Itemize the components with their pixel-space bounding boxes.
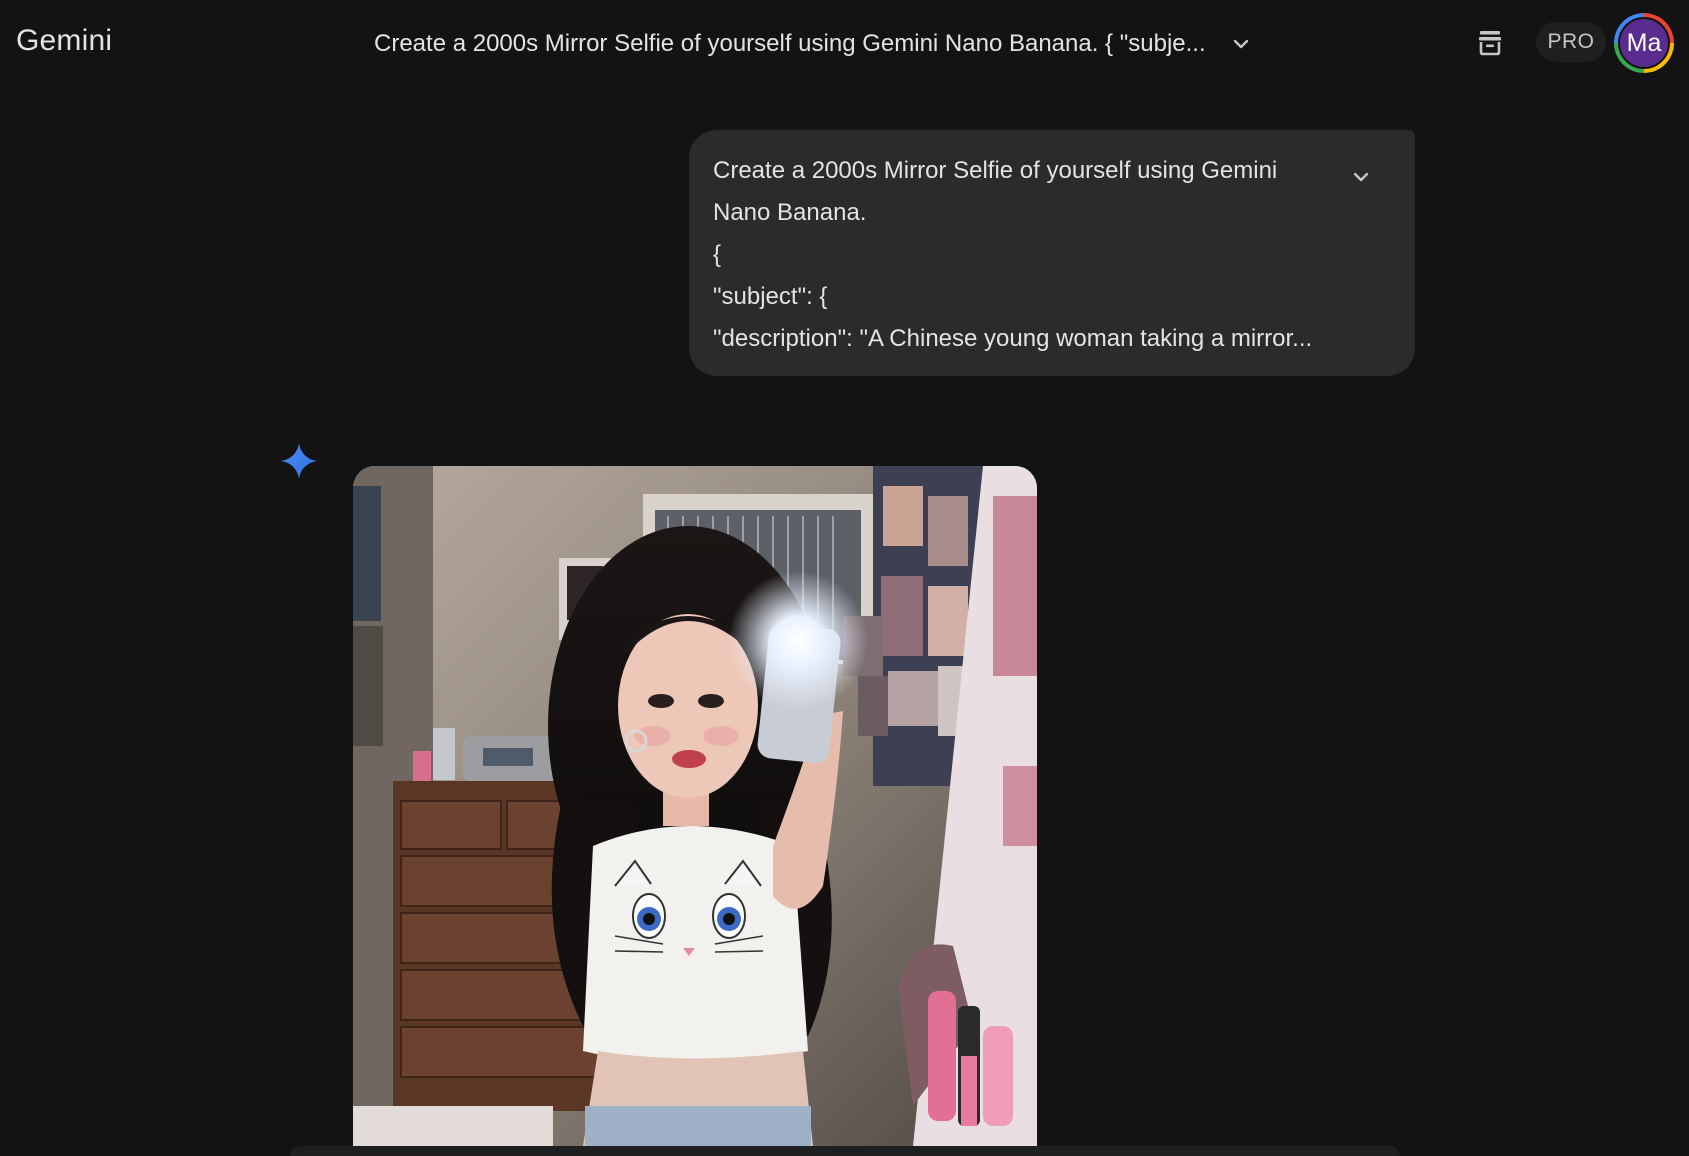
- app-brand[interactable]: Gemini: [16, 24, 112, 58]
- prompt-line: {: [713, 241, 722, 268]
- prompt-line: Create a 2000s Mirror Selfie of yourself…: [713, 157, 1278, 184]
- gemini-sparkle-icon: [280, 442, 318, 480]
- generated-image[interactable]: [353, 466, 1037, 1146]
- pro-badge[interactable]: PRO: [1536, 22, 1606, 62]
- top-bar: Gemini Create a 2000s Mirror Selfie of y…: [0, 0, 1689, 88]
- account-avatar-button[interactable]: Ma: [1614, 13, 1674, 73]
- user-prompt-bubble: Create a 2000s Mirror Selfie of yourself…: [689, 130, 1415, 376]
- prompt-line: Nano Banana.: [713, 199, 867, 226]
- chevron-down-icon: [1353, 172, 1369, 182]
- conversation-title[interactable]: Create a 2000s Mirror Selfie of yourself…: [374, 30, 1206, 58]
- avatar: Ma: [1618, 17, 1670, 69]
- prompt-line: "description": "A Chinese young woman ta…: [713, 325, 1313, 352]
- expand-prompt-button[interactable]: [1346, 162, 1376, 192]
- trash-icon[interactable]: [1472, 24, 1508, 60]
- mirror-selfie-image: [353, 466, 1037, 1146]
- conversation-title-dropdown[interactable]: Create a 2000s Mirror Selfie of yourself…: [374, 26, 1254, 62]
- input-area-edge: [290, 1146, 1400, 1156]
- prompt-line: "subject": {: [713, 283, 828, 310]
- chevron-down-icon[interactable]: [1228, 31, 1254, 57]
